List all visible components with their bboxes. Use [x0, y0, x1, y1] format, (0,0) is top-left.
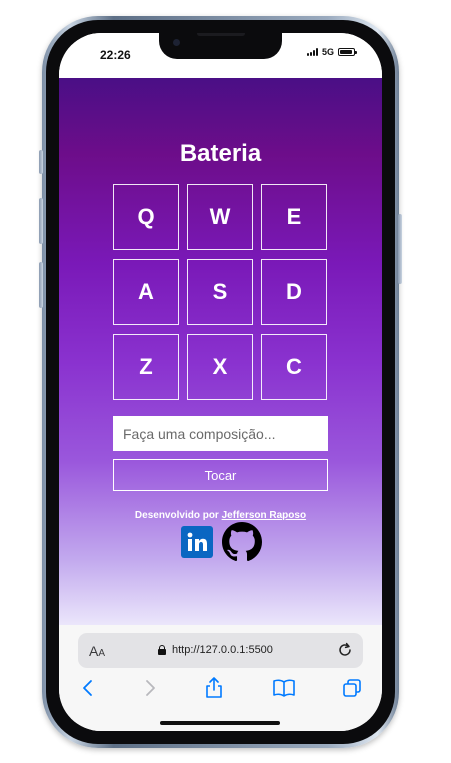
text-size-label-small: A [98, 648, 106, 659]
drum-pad-q[interactable]: Q [113, 184, 179, 250]
url-display: http://127.0.0.1:5500 [158, 644, 273, 656]
power-button [398, 214, 402, 284]
status-bar: 22:26 5G [59, 33, 382, 78]
bookmarks-icon[interactable] [269, 673, 299, 703]
github-icon[interactable] [222, 522, 262, 562]
browser-chrome: AA http://127.0.0.1:5500 [59, 625, 382, 731]
address-bar[interactable]: AA http://127.0.0.1:5500 [78, 633, 363, 668]
text-size-button[interactable]: AA [89, 643, 105, 659]
share-icon[interactable] [199, 673, 229, 703]
drum-pad-d[interactable]: D [261, 259, 327, 325]
drum-pad-z[interactable]: Z [113, 334, 179, 400]
volume-down-button [39, 262, 43, 308]
phone-screen: 22:26 5G Bateria Q W E A S D Z X C Faça … [59, 33, 382, 731]
text-size-label: A [89, 643, 99, 659]
drum-pad-w[interactable]: W [187, 184, 253, 250]
composition-input[interactable] [113, 416, 328, 451]
device-mockup: 22:26 5G Bateria Q W E A S D Z X C Faça … [0, 0, 451, 763]
url-text: http://127.0.0.1:5500 [172, 644, 273, 656]
page-title: Bateria [179, 140, 262, 167]
credits-prefix: Desenvolvido por [134, 510, 219, 521]
status-time: 22:26 [100, 48, 131, 62]
drum-app: Bateria Q W E A S D Z X C Tocar Desenvol… [59, 78, 382, 625]
status-icons: 5G [306, 47, 357, 57]
network-label: 5G [321, 47, 334, 57]
credits: Desenvolvido por Jefferson Raposo [59, 510, 382, 521]
browser-toolbar [59, 673, 382, 707]
drum-pad-grid: Q W E A S D Z X C [113, 184, 329, 400]
tabs-icon[interactable] [337, 673, 367, 703]
drum-pad-s[interactable]: S [187, 259, 253, 325]
camera-icon [173, 39, 180, 46]
speaker [197, 33, 245, 36]
drum-pad-c[interactable]: C [261, 334, 327, 400]
play-button[interactable]: Tocar [113, 459, 328, 491]
linkedin-icon[interactable] [181, 526, 213, 558]
social-links [181, 522, 262, 562]
developer-link[interactable]: Jefferson Raposo [222, 510, 306, 521]
volume-up-button [39, 198, 43, 244]
forward-icon[interactable] [135, 673, 165, 703]
lock-icon [158, 645, 166, 655]
signal-icon [306, 48, 318, 56]
reload-icon[interactable] [337, 642, 353, 658]
back-icon[interactable] [73, 673, 103, 703]
notch [159, 33, 282, 59]
silent-switch [39, 150, 43, 174]
drum-pad-e[interactable]: E [261, 184, 327, 250]
home-indicator [160, 721, 280, 725]
battery-icon [338, 48, 357, 56]
drum-pad-a[interactable]: A [113, 259, 179, 325]
drum-pad-x[interactable]: X [187, 334, 253, 400]
